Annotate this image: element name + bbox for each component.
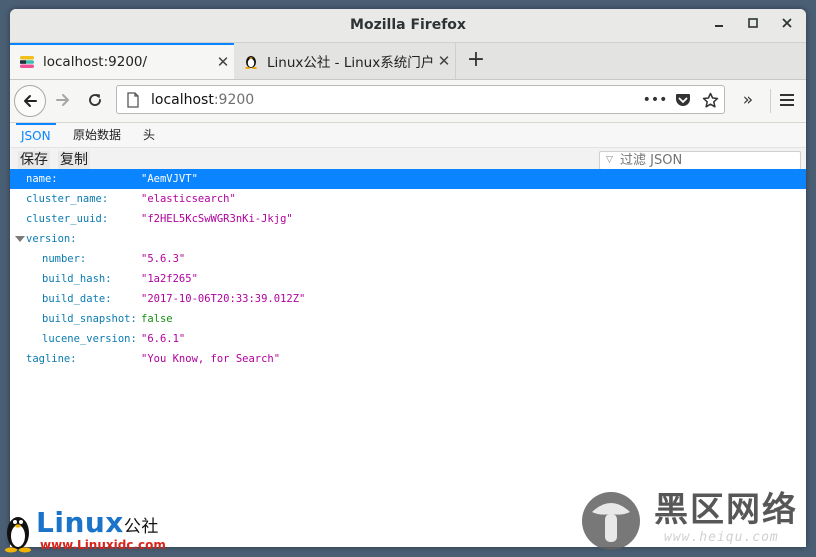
tab-json[interactable]: JSON: [16, 123, 56, 147]
json-value: "You Know, for Search": [141, 353, 281, 365]
back-button[interactable]: [14, 85, 46, 117]
tux-penguin-icon: [5, 517, 31, 553]
json-value: "6.6.1": [141, 333, 186, 345]
close-window-icon[interactable]: [780, 17, 794, 32]
elasticsearch-favicon-icon: [19, 54, 35, 70]
url-port: :9200: [213, 92, 255, 108]
new-tab-button[interactable]: +: [465, 48, 487, 72]
pocket-icon[interactable]: [673, 91, 693, 109]
heiqu-watermark: 黑区网络 www.heiqu.com: [580, 490, 810, 552]
tab-localhost[interactable]: localhost:9200/ ✕: [10, 43, 234, 79]
title-bar: Mozilla Firefox: [10, 9, 806, 43]
json-key: name:: [26, 173, 58, 185]
reload-icon: [89, 94, 101, 106]
toolbar-separator: [770, 89, 771, 113]
tab-label: localhost:9200/: [43, 54, 148, 70]
json-key: lucene_version:: [42, 333, 137, 345]
tab-raw-data[interactable]: 原始数据: [73, 123, 121, 147]
filter-funnel-icon: ▽: [606, 155, 613, 165]
json-tree: name: "AemVJVT" cluster_name: "elasticsearc…: [10, 169, 806, 369]
watermark-heiqu-text: 黑区网络: [654, 490, 798, 530]
json-tree-row[interactable]: tagline: "You Know, for Search": [10, 349, 806, 369]
url-text: localhost:9200: [151, 92, 254, 108]
bookmark-star-icon[interactable]: [700, 91, 720, 109]
window-title: Mozilla Firefox: [350, 17, 466, 33]
expand-triangle-icon[interactable]: [15, 236, 25, 242]
tab-headers[interactable]: 头: [143, 123, 155, 147]
tab-bar: localhost:9200/ ✕ Linux公社 - Linux系统门户 ✕ …: [10, 43, 806, 80]
json-tree-row-expandable[interactable]: version:: [10, 229, 806, 249]
json-key: build_hash:: [42, 273, 112, 285]
json-tree-row[interactable]: cluster_uuid: "f2HEL5KcSwWGR3nKi-Jkjg": [10, 209, 806, 229]
json-value: "1a2f265": [141, 273, 198, 285]
watermark-linux-url: www.Linuxidc.com: [40, 538, 166, 552]
navigation-toolbar: localhost:9200 ••• »: [10, 80, 806, 123]
window-controls: [712, 17, 794, 32]
reload-button[interactable]: [84, 89, 106, 111]
url-host: localhost: [151, 92, 214, 108]
maximize-icon[interactable]: [746, 17, 760, 32]
overflow-chevron-icon[interactable]: »: [736, 88, 760, 112]
arrow-left-icon: [24, 95, 37, 107]
arrow-right-icon: [56, 94, 69, 106]
json-value: "2017-10-06T20:33:39.012Z": [141, 293, 306, 305]
json-value: "elasticsearch": [141, 193, 236, 205]
watermark-linux-text: Linux: [36, 506, 124, 539]
save-button[interactable]: 保存: [18, 151, 50, 169]
json-value: "f2HEL5KcSwWGR3nKi-Jkjg": [141, 213, 293, 225]
json-key: build_date:: [42, 293, 112, 305]
url-bar[interactable]: localhost:9200 •••: [116, 85, 725, 114]
json-viewer-tabs: JSON 原始数据 头: [10, 123, 806, 148]
watermark-gongshe-text: 公社: [123, 517, 159, 537]
json-key: version:: [26, 233, 77, 245]
json-tree-row[interactable]: cluster_name: "elasticsearch": [10, 189, 806, 209]
tux-favicon-icon: [243, 53, 259, 69]
json-tree-row[interactable]: lucene_version: "6.6.1": [10, 329, 806, 349]
json-value: "AemVJVT": [141, 173, 198, 185]
json-value: false: [141, 313, 173, 325]
filter-json-input[interactable]: [620, 152, 796, 169]
tab-close-icon[interactable]: ✕: [212, 53, 234, 71]
filter-json-box: ▽: [599, 151, 801, 170]
tab-linux-gongshe[interactable]: Linux公社 - Linux系统门户 ✕: [234, 43, 456, 79]
json-key: build_snapshot:: [42, 313, 137, 325]
tab-label: Linux公社 - Linux系统门户: [267, 55, 433, 71]
json-tree-row[interactable]: number: "5.6.3": [10, 249, 806, 269]
json-tree-row[interactable]: build_snapshot: false: [10, 309, 806, 329]
minimize-icon[interactable]: [712, 17, 726, 32]
copy-button[interactable]: 复制: [58, 151, 90, 169]
hamburger-menu-icon[interactable]: [776, 88, 798, 112]
json-key: tagline:: [26, 353, 77, 365]
json-key: cluster_name:: [26, 193, 109, 205]
json-tree-row[interactable]: build_hash: "1a2f265": [10, 269, 806, 289]
tab-close-icon[interactable]: ✕: [433, 52, 455, 70]
page-info-icon[interactable]: [126, 92, 140, 112]
json-tree-row[interactable]: build_date: "2017-10-06T20:33:39.012Z": [10, 289, 806, 309]
json-value: "5.6.3": [141, 253, 186, 265]
firefox-window: Mozilla Firefox localhost:9200/ ✕ Linux公…: [10, 9, 806, 547]
forward-button[interactable]: [52, 89, 74, 111]
heiqu-logo-icon: [582, 492, 640, 550]
json-key: cluster_uuid:: [26, 213, 109, 225]
page-actions-icon[interactable]: •••: [643, 91, 668, 109]
json-tree-row[interactable]: name: "AemVJVT": [10, 169, 806, 189]
watermark-heiqu-url: www.heiqu.com: [664, 530, 779, 545]
linux-gongshe-watermark: Linux公社 www.Linuxidc.com: [4, 507, 204, 555]
json-key: number:: [42, 253, 87, 265]
